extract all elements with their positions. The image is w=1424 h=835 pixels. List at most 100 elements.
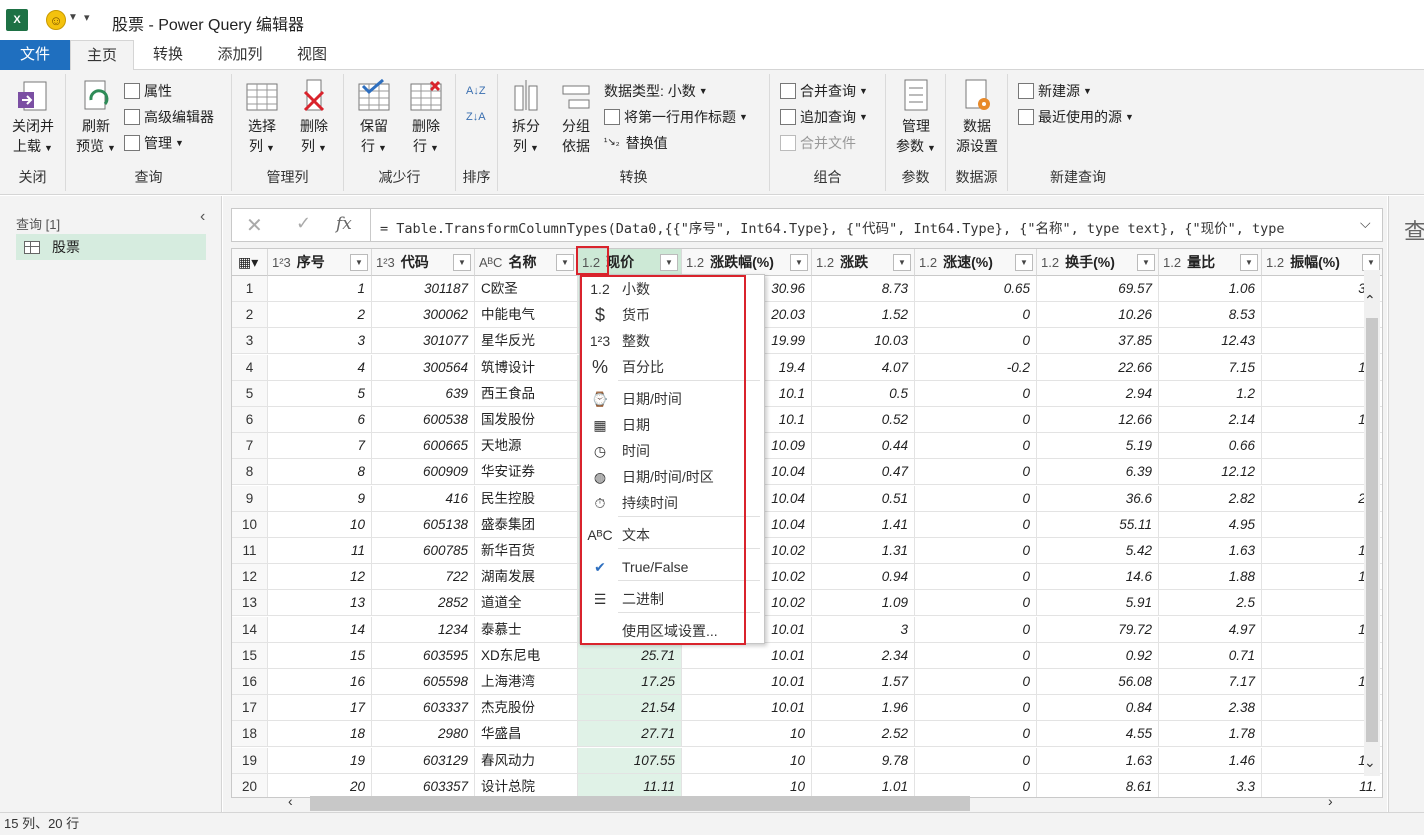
table-cell[interactable]: 0 xyxy=(915,590,1037,617)
table-cell[interactable]: 301187 xyxy=(372,276,475,302)
table-cell[interactable]: 盛泰集团 xyxy=(475,511,578,538)
table-cell[interactable]: 603337 xyxy=(372,695,475,722)
table-cell[interactable]: 600665 xyxy=(372,433,475,460)
tab-add-column[interactable]: 添加列 xyxy=(202,40,278,70)
row-number[interactable]: 8 xyxy=(232,459,268,486)
column-header[interactable]: 1²3 序号 ▼ xyxy=(268,249,372,276)
chevron-down-icon[interactable]: ⌄ xyxy=(1364,754,1376,771)
manage-parameters-button[interactable]: 管理 参数 ▼ xyxy=(890,78,942,158)
table-cell[interactable]: 3.3 xyxy=(1159,773,1262,797)
table-cell[interactable]: 10.03 xyxy=(812,328,915,355)
group-by-button[interactable]: 分组 依据 xyxy=(552,78,600,156)
column-type-icon[interactable]: 1.2 xyxy=(1041,255,1059,270)
column-header[interactable]: AᴮC 名称 ▼ xyxy=(475,249,578,276)
column-header[interactable]: 1.2 涨跌 ▼ xyxy=(812,249,915,276)
table-cell[interactable]: 27.71 xyxy=(578,721,682,748)
table-cell[interactable]: 0 xyxy=(915,485,1037,512)
table-cell[interactable]: 2.5 xyxy=(1159,590,1262,617)
table-cell[interactable]: 1.52 xyxy=(812,302,915,329)
table-cell[interactable]: 600909 xyxy=(372,459,475,486)
column-type-icon[interactable]: 1.2 xyxy=(816,255,834,270)
table-cell[interactable]: 2.38 xyxy=(1159,695,1262,722)
table-cell[interactable]: 天地源 xyxy=(475,433,578,460)
table-cell[interactable]: 7.15 xyxy=(1159,354,1262,381)
remove-columns-button[interactable]: 删除 列 ▼ xyxy=(288,78,340,158)
table-cell[interactable]: 春风动力 xyxy=(475,747,578,774)
table-cell[interactable]: 0.65 xyxy=(915,276,1037,302)
menu-item-text[interactable]: AᴮC 文本 xyxy=(580,522,764,548)
combine-files-button[interactable]: 合并文件 xyxy=(780,132,856,154)
remove-rows-button[interactable]: 删除 行 ▼ xyxy=(400,78,452,158)
chevron-down-icon[interactable]: ▼ xyxy=(68,12,78,23)
table-cell[interactable]: 8.53 xyxy=(1159,302,1262,329)
table-cell[interactable]: 0.51 xyxy=(812,485,915,512)
chevron-left-icon[interactable]: ‹ xyxy=(200,208,205,226)
menu-item-true-false[interactable]: ✔ True/False xyxy=(580,554,764,580)
table-cell[interactable]: 2.94 xyxy=(1037,380,1159,407)
filter-dropdown-icon[interactable]: ▼ xyxy=(350,254,368,271)
table-cell[interactable]: 7 xyxy=(268,433,372,460)
table-cell[interactable]: 道道全 xyxy=(475,590,578,617)
table-cell[interactable]: 2 xyxy=(268,302,372,329)
table-cell[interactable]: 20 xyxy=(268,773,372,797)
table-cell[interactable]: 7.17 xyxy=(1159,669,1262,695)
row-number[interactable]: 11 xyxy=(232,538,268,564)
table-cell[interactable]: 0.71 xyxy=(1159,642,1262,669)
menu-item-date[interactable]: ▦ 日期 xyxy=(580,412,764,438)
row-number[interactable]: 1 xyxy=(232,276,268,302)
table-cell[interactable]: 0 xyxy=(915,669,1037,695)
column-type-icon[interactable]: 1.2 xyxy=(1266,255,1284,270)
table-cell[interactable]: 15 xyxy=(268,642,372,669)
vertical-scroll-thumb[interactable] xyxy=(1366,318,1378,742)
table-cell[interactable]: 79.72 xyxy=(1037,616,1159,643)
table-cell[interactable]: 0.94 xyxy=(812,564,915,591)
table-cell[interactable]: 0 xyxy=(915,407,1037,433)
row-number[interactable]: 7 xyxy=(232,433,268,460)
column-type-icon[interactable]: 1.2 xyxy=(1163,255,1181,270)
column-header[interactable]: 1.2 现价 ▼ xyxy=(578,249,682,276)
table-cell[interactable]: 16 xyxy=(268,669,372,695)
table-cell[interactable]: 1.06 xyxy=(1159,276,1262,302)
chevron-down-icon[interactable]: ⌵ xyxy=(1360,215,1371,232)
filter-dropdown-icon[interactable]: ▼ xyxy=(893,254,911,271)
table-cell[interactable]: 民生控股 xyxy=(475,485,578,512)
table-cell[interactable]: 新华百货 xyxy=(475,538,578,564)
table-cell[interactable]: 603357 xyxy=(372,773,475,797)
replace-values-button[interactable]: ¹↘₂ 替换值 xyxy=(604,132,668,154)
table-cell[interactable]: 10 xyxy=(682,721,812,748)
append-queries-button[interactable]: 追加查询 ▼ xyxy=(780,106,868,128)
manage-button[interactable]: 管理 ▼ xyxy=(124,132,184,154)
table-cell[interactable]: 1.63 xyxy=(1159,538,1262,564)
table-cell[interactable]: 0.84 xyxy=(1037,695,1159,722)
table-cell[interactable]: 722 xyxy=(372,564,475,591)
table-cell[interactable]: 603129 xyxy=(372,747,475,774)
table-cell[interactable]: 13 xyxy=(268,590,372,617)
tab-file[interactable]: 文件 xyxy=(0,40,70,70)
use-first-row-headers-button[interactable]: 将第一行用作标题 ▼ xyxy=(604,106,748,128)
table-cell[interactable]: 2.34 xyxy=(812,642,915,669)
keep-rows-button[interactable]: 保留 行 ▼ xyxy=(348,78,400,158)
table-menu-icon[interactable]: ▦▾ xyxy=(232,249,268,276)
menu-item-time[interactable]: ◷ 时间 xyxy=(580,438,764,464)
table-cell[interactable]: 8.61 xyxy=(1037,773,1159,797)
table-cell[interactable]: 2.82 xyxy=(1159,485,1262,512)
horizontal-scroll-thumb[interactable] xyxy=(310,796,970,811)
table-cell[interactable]: 10 xyxy=(682,773,812,797)
row-number[interactable]: 13 xyxy=(232,590,268,617)
table-cell[interactable]: 300062 xyxy=(372,302,475,329)
tab-transform[interactable]: 转换 xyxy=(134,40,202,70)
table-cell[interactable]: 1.88 xyxy=(1159,564,1262,591)
table-cell[interactable]: 69.57 xyxy=(1037,276,1159,302)
table-cell[interactable]: 9 xyxy=(268,485,372,512)
feedback-smiley-icon[interactable]: ☺ xyxy=(46,10,66,30)
menu-item-decimal[interactable]: 1.2 小数 xyxy=(580,276,764,302)
table-cell[interactable]: 2.14 xyxy=(1159,407,1262,433)
table-cell[interactable]: 1.96 xyxy=(812,695,915,722)
table-cell[interactable]: 10 xyxy=(268,511,372,538)
table-cell[interactable]: 0 xyxy=(915,538,1037,564)
table-cell[interactable]: 17 xyxy=(268,695,372,722)
table-cell[interactable]: 37.85 xyxy=(1037,328,1159,355)
table-cell[interactable]: 泰慕士 xyxy=(475,616,578,643)
table-cell[interactable]: 1.41 xyxy=(812,511,915,538)
table-cell[interactable]: 600538 xyxy=(372,407,475,433)
